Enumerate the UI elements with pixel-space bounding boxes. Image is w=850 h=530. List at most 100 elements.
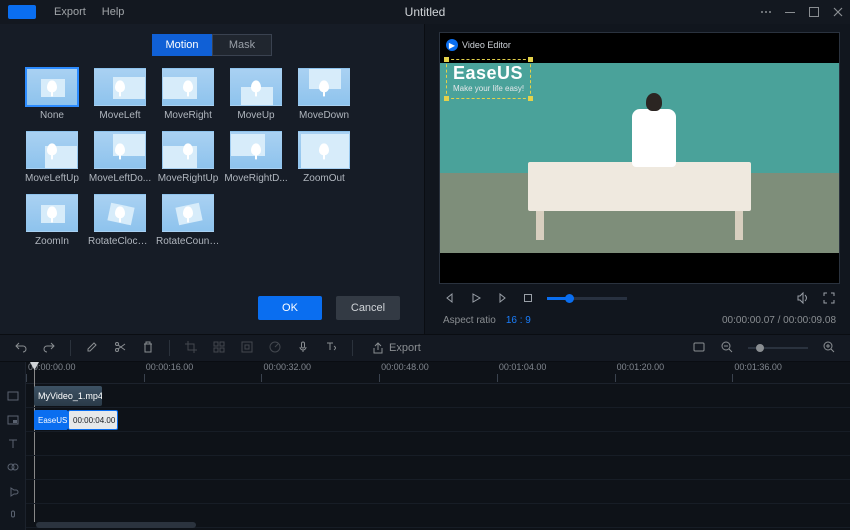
crop-icon[interactable] bbox=[184, 340, 198, 357]
tab-motion[interactable]: Motion bbox=[152, 34, 212, 56]
undo-icon[interactable] bbox=[14, 340, 28, 357]
tracks-area[interactable]: 00:00:00.00 00:00:16.00 00:00:32.00 00:0… bbox=[26, 362, 850, 530]
horizontal-scrollbar[interactable] bbox=[36, 522, 196, 528]
motion-label: MoveLeftDo... bbox=[88, 173, 152, 184]
motion-label: MoveRightUp bbox=[156, 173, 220, 184]
track-head-filter-icon[interactable] bbox=[0, 456, 25, 480]
close-icon[interactable] bbox=[832, 6, 844, 18]
ok-button[interactable]: OK bbox=[258, 296, 322, 320]
text-to-speech-icon[interactable] bbox=[324, 340, 338, 357]
motion-item-zoomin[interactable]: ZoomIn bbox=[20, 194, 84, 247]
motion-item-moveup[interactable]: MoveUp bbox=[224, 68, 288, 121]
cancel-button[interactable]: Cancel bbox=[336, 296, 400, 320]
text-clip-easeus[interactable]: EaseUS bbox=[34, 410, 68, 430]
motion-label: RotateCount... bbox=[156, 236, 220, 247]
preview-viewport[interactable]: ▶Video Editor EaseUS Make your life easy… bbox=[439, 32, 840, 284]
motion-label: MoveRight bbox=[156, 110, 220, 121]
overlay-text-line1: EaseUS bbox=[453, 63, 524, 84]
motion-label: MoveLeftUp bbox=[20, 173, 84, 184]
motion-item-moveleftdown[interactable]: MoveLeftDo... bbox=[88, 131, 152, 184]
speaker-icon[interactable] bbox=[796, 291, 810, 305]
app-logo bbox=[8, 5, 36, 19]
motion-item-moveleftup[interactable]: MoveLeftUp bbox=[20, 131, 84, 184]
text-overlay-selection[interactable]: EaseUS Make your life easy! bbox=[446, 59, 531, 99]
track-filter[interactable] bbox=[26, 456, 850, 480]
motion-label: ZoomIn bbox=[20, 236, 84, 247]
watermark-chip: ▶Video Editor bbox=[446, 39, 511, 51]
marker-icon[interactable] bbox=[692, 340, 706, 357]
text-clip-timecode[interactable]: 00:00:04.00 bbox=[68, 410, 118, 430]
prev-frame-icon[interactable] bbox=[443, 291, 457, 305]
track-pip[interactable]: EaseUS 00:00:04.00 bbox=[26, 408, 850, 432]
ruler-tick: 00:01:04.00 bbox=[497, 362, 615, 383]
motion-label: MoveDown bbox=[292, 110, 356, 121]
play-icon[interactable] bbox=[469, 291, 483, 305]
maximize-icon[interactable] bbox=[808, 6, 820, 18]
timecode: 00:00:00.07 / 00:00:09.08 bbox=[722, 315, 836, 326]
minimize-icon[interactable] bbox=[784, 6, 796, 18]
menu-export[interactable]: Export bbox=[54, 6, 86, 18]
zoom-slider[interactable] bbox=[748, 347, 808, 349]
video-clip[interactable]: MyVideo_1.mp4 bbox=[34, 386, 102, 406]
split-scissors-icon[interactable] bbox=[113, 340, 127, 357]
document-title: Untitled bbox=[0, 5, 850, 19]
motion-item-zoomout[interactable]: ZoomOut bbox=[292, 131, 356, 184]
aspect-value[interactable]: 16 : 9 bbox=[506, 315, 531, 326]
motion-panel: Motion Mask None MoveLeft MoveRight Move… bbox=[0, 24, 425, 334]
track-head-voice-icon[interactable] bbox=[0, 504, 25, 528]
track-head-text-icon[interactable] bbox=[0, 432, 25, 456]
motion-label: ZoomOut bbox=[292, 173, 356, 184]
time-ruler[interactable]: 00:00:00.00 00:00:16.00 00:00:32.00 00:0… bbox=[26, 362, 850, 384]
motion-item-rotateclock45[interactable]: RotateClock45 bbox=[88, 194, 152, 247]
delete-icon[interactable] bbox=[141, 340, 155, 357]
motion-label: RotateClock45 bbox=[88, 236, 152, 247]
voiceover-icon[interactable] bbox=[296, 340, 310, 357]
motion-item-rotatecount[interactable]: RotateCount... bbox=[156, 194, 220, 247]
zoom-in-icon[interactable] bbox=[822, 340, 836, 357]
zoom-crop-icon[interactable] bbox=[240, 340, 254, 357]
motion-item-moveleft[interactable]: MoveLeft bbox=[88, 68, 152, 121]
mosaic-icon[interactable] bbox=[212, 340, 226, 357]
transport-bar bbox=[439, 284, 840, 312]
ruler-tick: 00:00:48.00 bbox=[379, 362, 497, 383]
overlay-text-line2: Make your life easy! bbox=[453, 84, 524, 93]
track-headers bbox=[0, 362, 26, 530]
timeline: 00:00:00.00 00:00:16.00 00:00:32.00 00:0… bbox=[0, 362, 850, 530]
redo-icon[interactable] bbox=[42, 340, 56, 357]
track-head-video-icon[interactable] bbox=[0, 384, 25, 408]
tab-mask[interactable]: Mask bbox=[212, 34, 272, 56]
ruler-tick: 00:00:00.00 bbox=[26, 362, 144, 383]
motion-label: MoveRightD... bbox=[224, 173, 288, 184]
motion-item-movedown[interactable]: MoveDown bbox=[292, 68, 356, 121]
track-audio[interactable] bbox=[26, 480, 850, 504]
edit-icon[interactable] bbox=[85, 340, 99, 357]
motion-item-moverightdown[interactable]: MoveRightD... bbox=[224, 131, 288, 184]
track-text[interactable] bbox=[26, 432, 850, 456]
motion-item-moveright[interactable]: MoveRight bbox=[156, 68, 220, 121]
preview-meta: Aspect ratio 16 : 9 00:00:00.07 / 00:00:… bbox=[439, 312, 840, 330]
motion-label: None bbox=[20, 110, 84, 121]
preview-pane: ▶Video Editor EaseUS Make your life easy… bbox=[425, 24, 850, 334]
track-video[interactable]: MyVideo_1.mp4 bbox=[26, 384, 850, 408]
next-frame-icon[interactable] bbox=[495, 291, 509, 305]
ruler-tick: 00:00:32.00 bbox=[261, 362, 379, 383]
more-icon[interactable] bbox=[760, 6, 772, 18]
timeline-toolbar: Export bbox=[0, 334, 850, 362]
motion-item-none[interactable]: None bbox=[20, 68, 84, 121]
menu-help[interactable]: Help bbox=[102, 6, 125, 18]
ruler-tick: 00:01:36.00 bbox=[732, 362, 850, 383]
aspect-label: Aspect ratio bbox=[443, 315, 496, 326]
motion-item-moverightup[interactable]: MoveRightUp bbox=[156, 131, 220, 184]
zoom-out-icon[interactable] bbox=[720, 340, 734, 357]
ruler-tick: 00:01:20.00 bbox=[615, 362, 733, 383]
track-head-pip-icon[interactable] bbox=[0, 408, 25, 432]
speed-icon[interactable] bbox=[268, 340, 282, 357]
track-head-audio-icon[interactable] bbox=[0, 480, 25, 504]
motion-label: MoveUp bbox=[224, 110, 288, 121]
fullscreen-icon[interactable] bbox=[822, 291, 836, 305]
stop-icon[interactable] bbox=[521, 291, 535, 305]
export-button[interactable]: Export bbox=[371, 341, 421, 355]
ruler-tick: 00:00:16.00 bbox=[144, 362, 262, 383]
volume-slider[interactable] bbox=[547, 297, 627, 300]
title-bar: Export Help Untitled bbox=[0, 0, 850, 24]
